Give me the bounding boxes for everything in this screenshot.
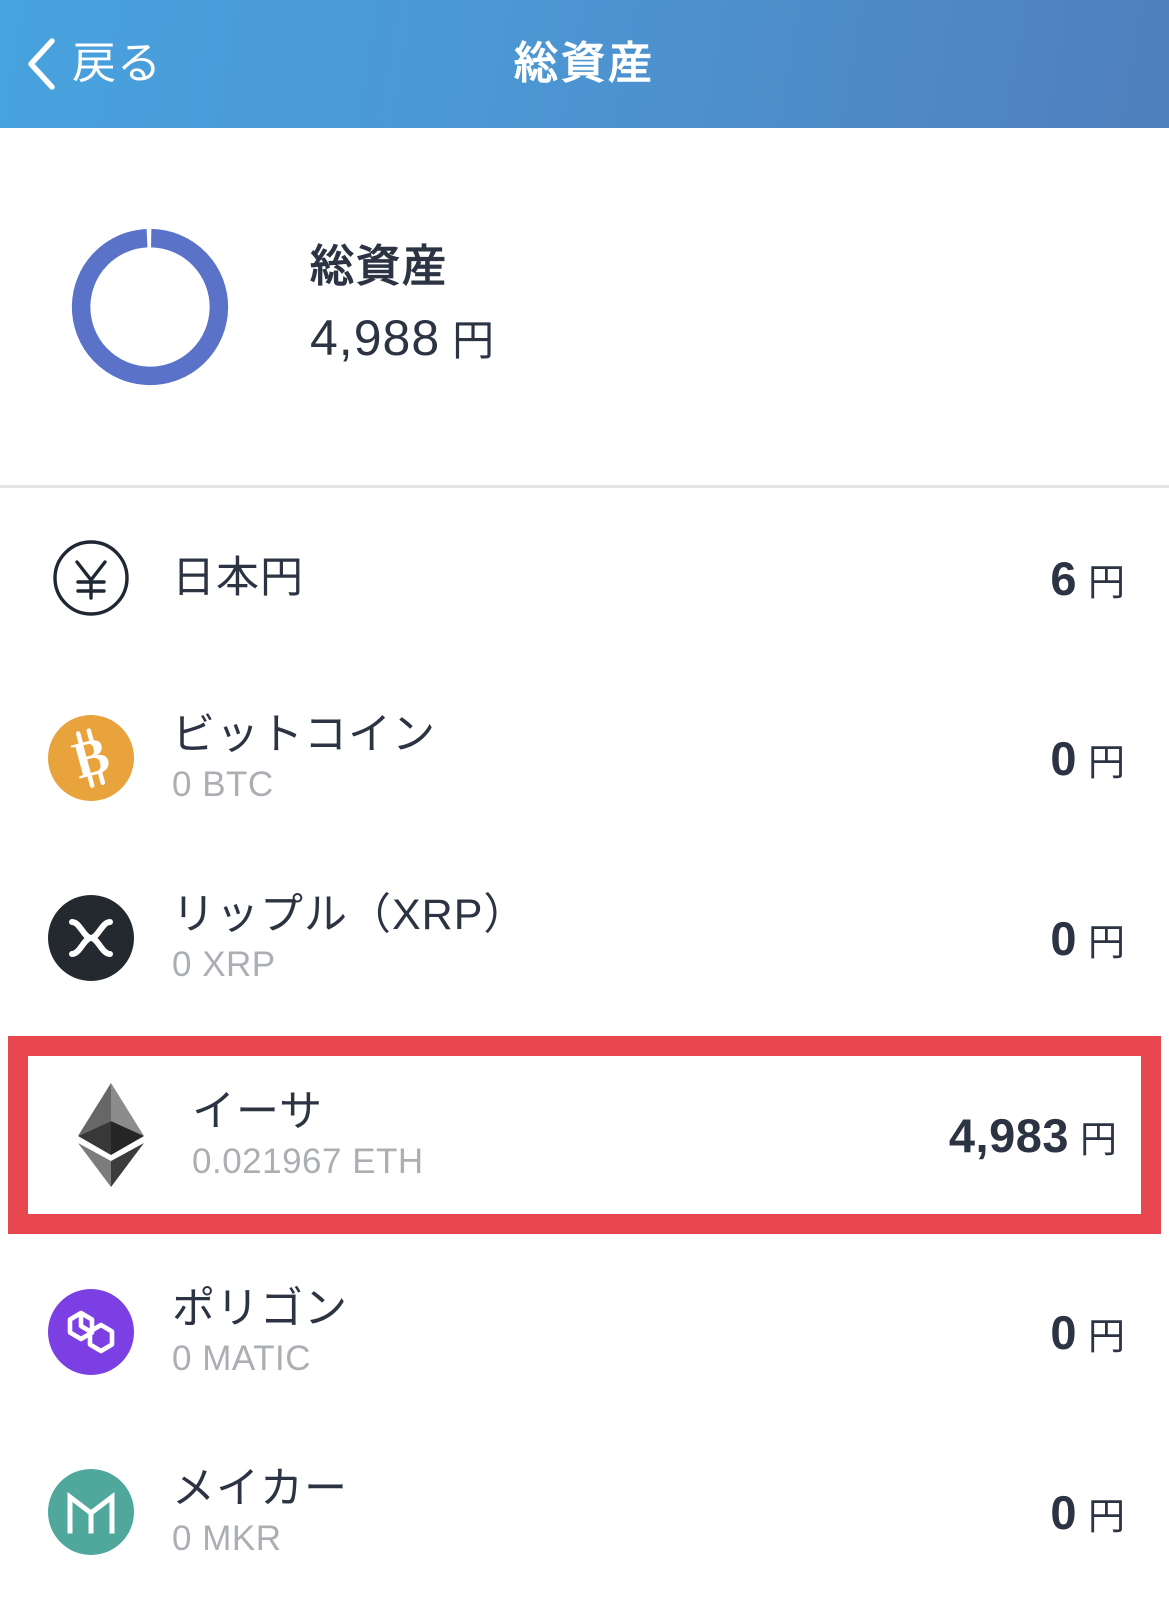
asset-value: 0 (1050, 911, 1077, 965)
asset-quantity: 0 MKR (172, 1519, 282, 1559)
back-button-label: 戻る (72, 39, 162, 88)
asset-value: 0 (1050, 1485, 1077, 1539)
asset-amount: 4,983 円 (949, 1112, 1117, 1159)
asset-amount: 0 円 (1050, 1309, 1125, 1356)
asset-names: ビットコイン 0 BTC (172, 710, 1050, 807)
asset-currency-unit: 円 (1088, 741, 1125, 783)
asset-amount: 0 円 (1050, 735, 1125, 782)
asset-name: メイカー (172, 1464, 348, 1513)
asset-quantity: 0 XRP (172, 945, 276, 985)
bitcoin-icon: B (48, 715, 134, 801)
asset-quantity: 0 MATIC (172, 1339, 311, 1379)
asset-row-bitcoin[interactable]: B ビットコイン 0 BTC 0 円 (0, 668, 1169, 848)
donut-chart-wrapper (0, 223, 300, 391)
maker-icon (48, 1469, 134, 1555)
chevron-left-icon (26, 38, 56, 90)
asset-amount: 6 円 (1050, 555, 1125, 602)
asset-amount: 0 円 (1050, 1489, 1125, 1536)
page-title: 総資産 (514, 39, 655, 88)
asset-names: イーサ 0.021967 ETH (192, 1087, 949, 1184)
ethereum-icon (68, 1083, 154, 1187)
asset-amount: 0 円 (1050, 915, 1125, 962)
total-assets-label: 総資産 (310, 242, 448, 291)
asset-value: 6 (1050, 551, 1077, 605)
asset-row-polygon[interactable]: ポリゴン 0 MATIC 0 円 (0, 1242, 1169, 1422)
total-assets-currency-unit: 円 (452, 317, 495, 364)
asset-name: イーサ (192, 1087, 324, 1136)
total-assets-summary: 総資産 4,988 円 (0, 128, 1169, 488)
asset-name: 日本円 (172, 553, 304, 602)
asset-quantity: 0 BTC (172, 765, 274, 805)
asset-name: ポリゴン (172, 1284, 348, 1333)
asset-currency-unit: 円 (1088, 1495, 1125, 1537)
asset-names: 日本円 (172, 553, 1050, 604)
asset-currency-unit: 円 (1088, 1315, 1125, 1357)
asset-row-jpy[interactable]: 日本円 6 円 (0, 488, 1169, 668)
asset-quantity: 0.021967 ETH (192, 1142, 424, 1182)
asset-value: 0 (1050, 1305, 1077, 1359)
jpy-coin-icon (48, 535, 134, 621)
asset-list: 日本円 6 円 B ビットコイン 0 BTC 0 円 リップル（XRP） 0 X… (0, 488, 1169, 1602)
asset-currency-unit: 円 (1088, 921, 1125, 963)
polygon-icon (48, 1289, 134, 1375)
asset-currency-unit: 円 (1088, 561, 1125, 603)
donut-chart-icon (66, 223, 234, 391)
asset-names: ポリゴン 0 MATIC (172, 1284, 1050, 1381)
total-assets-text: 総資産 4,988 円 (300, 245, 494, 368)
xrp-icon (48, 895, 134, 981)
asset-names: メイカー 0 MKR (172, 1464, 1050, 1561)
asset-row-maker[interactable]: メイカー 0 MKR 0 円 (0, 1422, 1169, 1602)
total-assets-amount: 4,988 (310, 310, 441, 366)
back-button[interactable]: 戻る (26, 38, 162, 90)
total-assets-amount-line: 4,988 円 (310, 307, 494, 368)
asset-currency-unit: 円 (1080, 1118, 1117, 1160)
asset-names: リップル（XRP） 0 XRP (172, 890, 1050, 987)
asset-value: 0 (1050, 731, 1077, 785)
asset-value: 4,983 (948, 1108, 1069, 1162)
asset-row-ripple[interactable]: リップル（XRP） 0 XRP 0 円 (0, 848, 1169, 1028)
asset-row-ethereum[interactable]: イーサ 0.021967 ETH 4,983 円 (8, 1036, 1161, 1234)
asset-name: ビットコイン (172, 710, 436, 759)
app-header: 戻る 総資産 (0, 0, 1169, 128)
asset-name: リップル（XRP） (172, 890, 528, 939)
